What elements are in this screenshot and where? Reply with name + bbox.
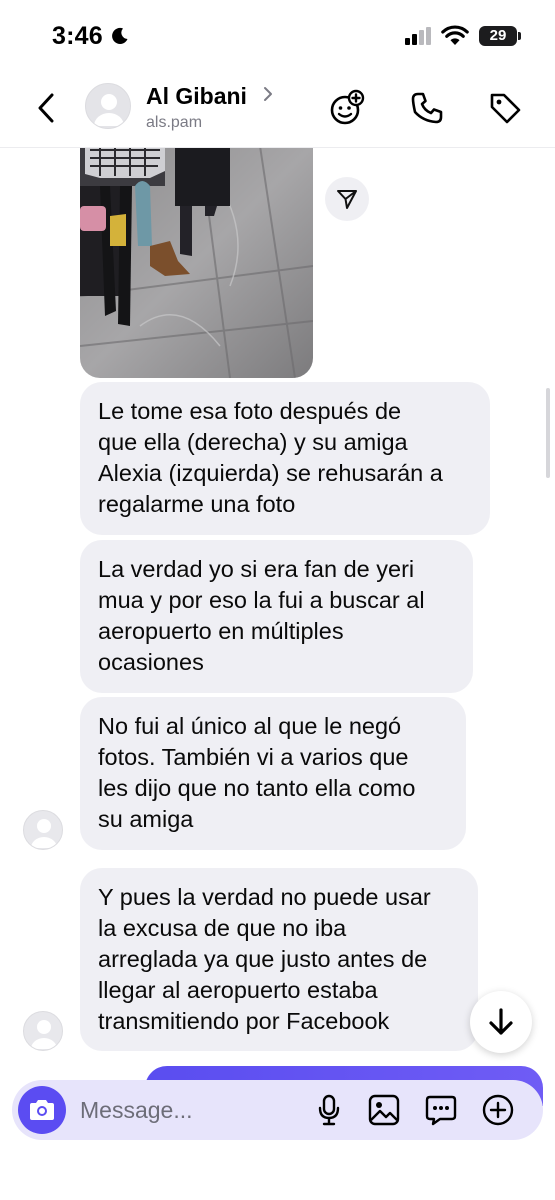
message-bubble[interactable]: Le tome esa foto después de que ella (de… [80, 382, 490, 535]
battery-indicator: 29 [479, 26, 517, 46]
gallery-icon [368, 1094, 400, 1126]
shared-photo[interactable] [80, 148, 313, 378]
message-bubble[interactable]: No fui al único al que le negó fotos. Ta… [80, 697, 466, 850]
message-composer [12, 1080, 543, 1140]
scroll-to-bottom-button[interactable] [470, 991, 532, 1053]
share-button[interactable] [325, 177, 369, 221]
add-icon [482, 1094, 514, 1126]
tag-icon [490, 93, 521, 124]
contact-name[interactable]: Al Gibani [146, 83, 247, 110]
sticker-icon [425, 1095, 457, 1126]
photo-image [80, 148, 313, 378]
send-icon [337, 190, 357, 209]
camera-icon [30, 1100, 54, 1120]
back-button[interactable] [30, 90, 62, 126]
battery-cap [518, 32, 521, 40]
wifi-icon [441, 25, 469, 45]
voice-call-button[interactable] [407, 88, 447, 128]
add-button[interactable] [480, 1092, 516, 1128]
status-bar: 3:46 29 [0, 0, 555, 70]
scrollbar[interactable] [546, 388, 550, 478]
sticker-button[interactable] [423, 1092, 459, 1128]
avatar-sparkle-icon [330, 89, 365, 125]
message-bubble[interactable]: La verdad yo si era fan de yeri mua y po… [80, 540, 473, 693]
message-list[interactable]: Le tome esa foto después de que ella (de… [0, 148, 555, 1068]
chevron-right-icon[interactable] [262, 85, 274, 103]
moon-icon [112, 27, 128, 44]
sender-avatar[interactable] [23, 1011, 63, 1051]
message-bubble[interactable]: Y pues la verdad no puede usar la excusa… [80, 868, 478, 1051]
default-avatar-icon [94, 94, 124, 126]
default-avatar-icon [31, 1020, 57, 1049]
avatar-sparkle-button[interactable] [327, 88, 367, 128]
back-icon [38, 93, 54, 123]
voice-message-button[interactable] [311, 1092, 347, 1128]
default-avatar-icon [31, 819, 57, 848]
camera-button[interactable] [18, 1086, 66, 1134]
contact-handle: als.pam [146, 114, 203, 131]
chat-header: Al Gibani als.pam [0, 70, 555, 148]
gallery-button[interactable] [366, 1092, 402, 1128]
cellular-signal-icon [405, 27, 431, 45]
arrow-down-icon [489, 1008, 513, 1035]
contact-avatar[interactable] [85, 83, 131, 129]
tag-button[interactable] [485, 88, 525, 128]
message-input[interactable] [80, 1095, 300, 1125]
phone-icon [411, 92, 443, 124]
microphone-icon [318, 1094, 340, 1126]
sender-avatar[interactable] [23, 810, 63, 850]
status-time: 3:46 [52, 22, 103, 50]
